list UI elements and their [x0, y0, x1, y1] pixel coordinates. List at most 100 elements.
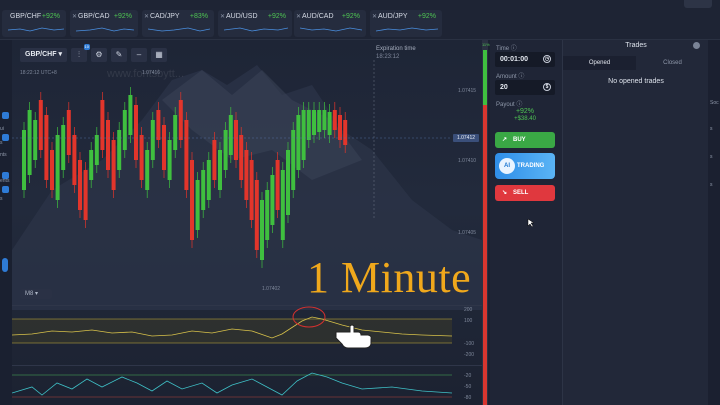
sidebar-text: nts [0, 152, 7, 158]
close-icon[interactable]: ✕ [372, 13, 377, 20]
amount-input[interactable]: 20 $ [495, 80, 555, 95]
asset-tab-gbp-cad[interactable]: ✕ GBP/CAD +92% [70, 10, 138, 37]
mouse-cursor-icon [527, 218, 535, 228]
candle-body [296, 115, 301, 170]
asset-tabs-bar: GBP/CHF +92% ✕ GBP/CAD +92% ✕ CAD/JPY +8… [0, 0, 720, 40]
trades-title: Trades [625, 42, 647, 49]
timeframe-select[interactable]: M8 ▾ [20, 289, 52, 299]
candle-body [94, 135, 99, 165]
candle-body [83, 170, 88, 220]
tab-closed[interactable]: Closed [636, 56, 709, 70]
osc-level: 100 [464, 318, 473, 324]
asset-tab-gbp-chf[interactable]: GBP/CHF +92% [2, 10, 66, 37]
right-sidebar-text: s [710, 182, 713, 188]
asset-tab-aud-cad[interactable]: ✕ AUD/CAD +92% [294, 10, 366, 37]
asset-tab-sparkline [8, 27, 64, 32]
time-input[interactable]: 00:01:00 ◷ [495, 52, 555, 67]
sidebar-text: s [0, 196, 3, 202]
osc-level: 200 [464, 307, 473, 313]
right-sidebar: Soc s s s [708, 40, 720, 405]
candle-body [244, 150, 249, 200]
sidebar-icon-2[interactable] [2, 134, 9, 141]
asset-tab-aud-usd[interactable]: ✕ AUD/USD +92% [218, 10, 292, 37]
close-icon[interactable]: ✕ [144, 13, 149, 20]
candle-body [265, 190, 270, 240]
candle-body [72, 135, 77, 185]
sidebar-text: s [0, 140, 3, 146]
menu-icon[interactable] [684, 0, 712, 8]
candle-body [128, 95, 133, 135]
asset-tab-payout: +83% [189, 13, 208, 20]
candle-body [343, 120, 348, 145]
candle-body [249, 160, 254, 220]
dollar-icon[interactable]: $ [543, 83, 551, 91]
candle-body [111, 140, 116, 190]
asset-tab-payout: +92% [113, 13, 132, 20]
candle-body [167, 140, 172, 180]
asset-tab-payout: +92% [267, 13, 286, 20]
candle-body [317, 110, 322, 132]
sidebar-icon-1[interactable] [2, 112, 9, 119]
right-sidebar-text: s [710, 126, 713, 132]
trades-settings-icon[interactable] [693, 42, 700, 49]
candle-body [223, 130, 228, 170]
payout-box: +92% +$38.40 [495, 108, 555, 130]
sell-button[interactable]: ↘ SELL [495, 185, 555, 201]
right-sidebar-text: s [710, 154, 713, 160]
expiration-green-fill [483, 50, 487, 105]
sell-label: SELL [513, 190, 529, 196]
asset-tab-cad-jpy[interactable]: ✕ CAD/JPY +83% [142, 10, 214, 37]
candle-body [162, 125, 166, 170]
candle-body [50, 150, 54, 190]
candle-body [338, 115, 342, 140]
payout-percent: +92% [515, 108, 535, 115]
expiration-bar: 11% [482, 40, 490, 405]
ai-trading-button[interactable]: AI TRADING [495, 153, 555, 179]
candle-body [150, 120, 155, 160]
candle-body [322, 110, 327, 130]
sidebar-text: ents [0, 178, 10, 184]
candle-body [106, 120, 110, 170]
asset-tab-payout: +92% [417, 13, 436, 20]
timeframe-value: M8 [25, 291, 34, 297]
candle-body [55, 135, 60, 200]
osc-level: -20 [464, 373, 471, 379]
candle-body [44, 115, 49, 180]
candle-body [117, 130, 122, 170]
candle-body [212, 140, 217, 180]
candle-body [270, 175, 275, 225]
close-icon[interactable]: ✕ [296, 13, 301, 20]
tab-opened[interactable]: Opened [563, 56, 636, 70]
empty-trades-message: No opened trades [608, 78, 664, 85]
time-label: Time ⓘ [496, 46, 517, 52]
candle-body [61, 125, 66, 170]
asset-tab-aud-jpy[interactable]: ✕ AUD/JPY +92% [370, 10, 442, 37]
candle-body [312, 110, 316, 135]
payout-amount: +$38.40 [514, 116, 536, 122]
sidebar-icon-4[interactable] [2, 186, 9, 193]
secondary-oscillator-line [12, 372, 453, 396]
candle-body [280, 170, 285, 240]
sidebar-icon-5[interactable] [2, 258, 8, 272]
close-icon[interactable]: ✕ [72, 13, 77, 20]
indicator-top-label: 11% [482, 42, 490, 47]
candle-body [195, 180, 200, 230]
candle-body [38, 100, 43, 150]
asset-tab-sparkline [76, 27, 134, 32]
asset-tab-name: GBP/CAD [78, 13, 110, 20]
pointing-hand-icon [335, 324, 372, 349]
candle-body [286, 150, 290, 215]
clock-icon[interactable]: ◷ [543, 55, 551, 63]
osc-level: -200 [464, 352, 474, 358]
candle-body [178, 100, 183, 140]
asset-tab-payout: +92% [341, 13, 360, 20]
candle-body [306, 110, 311, 140]
close-icon[interactable]: ✕ [220, 13, 225, 20]
osc-level: -50 [464, 384, 471, 390]
trades-tabs: Opened Closed [563, 56, 709, 70]
buy-button[interactable]: ↗ BUY [495, 132, 555, 148]
candle-body [134, 105, 138, 160]
asset-tab-sparkline [376, 27, 438, 32]
candle-body [122, 110, 127, 150]
price-chart[interactable]: www.fontsbytt... GBP/CHF ▾ ⫶ 10 ⚙ ✎ – ▦ 1… [12, 40, 482, 405]
